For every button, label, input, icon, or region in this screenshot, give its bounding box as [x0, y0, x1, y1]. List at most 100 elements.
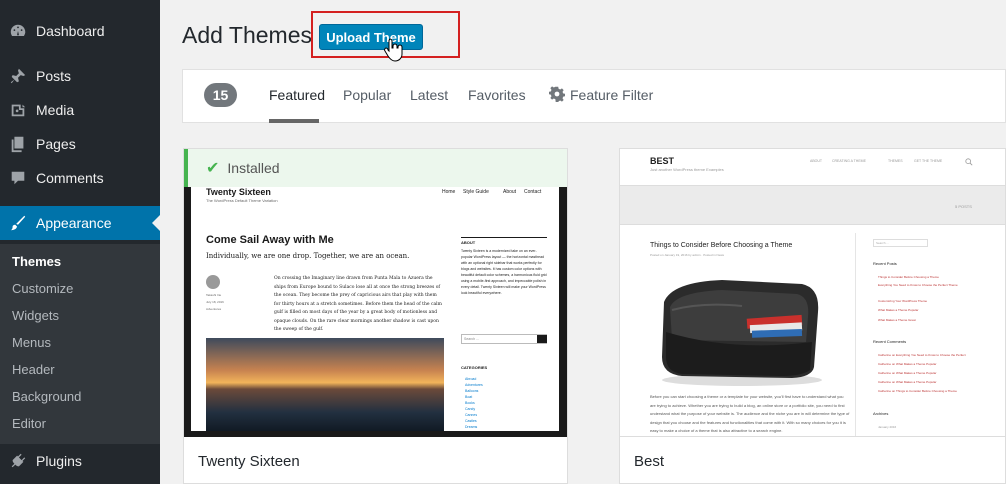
preview-nav-item: Style Guide — [463, 189, 489, 195]
feature-filter-button[interactable]: Feature Filter — [570, 87, 653, 103]
preview-author: Takashi Irie — [206, 293, 222, 297]
preview-nav-item: Home — [442, 189, 456, 195]
preview-recent-comment: Catherine on What Makes a Theme Popular — [878, 371, 937, 375]
installed-notice: ✔ Installed — [184, 149, 567, 187]
sidebar-item-label: Comments — [36, 170, 104, 186]
preview-avatar — [206, 275, 220, 289]
hand-cursor-icon — [384, 38, 403, 62]
theme-card-twenty-sixteen[interactable]: ✔ Installed Twenty Sixteen The WordPress… — [183, 148, 568, 484]
sidebar-item-label: Dashboard — [36, 23, 105, 39]
preview-category: Adventures — [206, 307, 222, 311]
preview-post-title: Things to Consider Before Choosing a The… — [650, 242, 793, 249]
sidebar-item-pages[interactable]: Pages — [0, 127, 160, 161]
preview-category-link: Candy — [465, 407, 476, 411]
submenu-item-widgets[interactable]: Widgets — [12, 308, 59, 323]
preview-archives-heading: Archives — [873, 411, 889, 416]
submenu-item-editor[interactable]: Editor — [12, 416, 46, 431]
theme-filter-bar: 15 Featured Popular Latest Favorites Fea… — [182, 69, 1006, 123]
preview-nav-item: About — [503, 189, 517, 195]
preview-divider — [855, 233, 856, 436]
page-title: Add Themes — [182, 22, 312, 48]
preview-about-heading: ABOUT — [461, 237, 547, 245]
preview-nav-item: THEMES — [888, 159, 903, 163]
preview-search-field: Search ... — [873, 239, 928, 247]
comment-icon — [0, 169, 36, 187]
tab-favorites[interactable]: Favorites — [468, 87, 526, 103]
preview-recent-comment: Catherine on Everything You Need to Know… — [878, 353, 966, 357]
preview-category-link: Dreams — [465, 425, 478, 429]
preview-recent-comment: Catherine on What Makes a Theme Popular — [878, 362, 937, 366]
sidebar-item-appearance[interactable]: Appearance — [0, 206, 160, 240]
sidebar-item-label: Media — [36, 102, 75, 118]
preview-category-link: Castles — [465, 419, 477, 423]
preview-category-link: Balloons — [465, 389, 479, 393]
preview-recent-comment: Catherine on What Makes a Theme Popular — [878, 380, 937, 384]
theme-name: Twenty Sixteen — [198, 453, 300, 470]
active-tab-indicator — [269, 119, 319, 123]
media-icon — [0, 101, 36, 119]
sidebar-item-posts[interactable]: Posts — [0, 59, 160, 93]
theme-screenshot[interactable]: Twenty Sixteen The WordPress Default The… — [184, 187, 567, 437]
checkmark-icon: ✔ — [206, 160, 220, 177]
preview-tagline: The WordPress Default Theme Variation — [206, 198, 278, 203]
preview-search-field: Search ... — [461, 334, 547, 344]
preview-category-link: Adventures — [465, 383, 483, 387]
preview-recent-comment: Catherine on Things to Consider Before C… — [878, 389, 957, 393]
installed-label: Installed — [227, 160, 280, 176]
submenu-item-background[interactable]: Background — [12, 389, 81, 404]
preview-post-subtitle: Individually, we are one drop. Together,… — [206, 252, 410, 260]
submenu-item-menus[interactable]: Menus — [12, 335, 51, 350]
submenu-item-customize[interactable]: Customize — [12, 281, 73, 296]
theme-name: Best — [634, 453, 665, 470]
tab-popular[interactable]: Popular — [343, 87, 391, 103]
preview-recent-post: What Makes a Theme Great — [878, 318, 916, 322]
preview-recent-post: Things to Consider Before Choosing a The… — [878, 275, 939, 279]
preview-recent-comments-heading: Recent Comments — [873, 339, 907, 344]
preview-site-title: BEST — [650, 156, 675, 166]
sidebar-item-plugins[interactable]: Plugins — [0, 444, 160, 478]
preview-posts-count: 5 POSTS — [955, 204, 972, 209]
sidebar-item-dashboard[interactable]: Dashboard — [0, 14, 160, 48]
preview-category-link: Boat — [465, 395, 473, 399]
preview-page: Twenty Sixteen The WordPress Default The… — [191, 187, 559, 431]
sidebar-item-comments[interactable]: Comments — [0, 161, 160, 195]
preview-header-band: 5 POSTS — [620, 185, 1005, 225]
preview-post-title: Come Sail Away with Me — [206, 234, 334, 246]
preview-recent-posts-heading: Recent Posts — [873, 261, 897, 266]
sidebar-item-label: Pages — [36, 136, 76, 152]
pages-icon — [0, 135, 36, 153]
theme-card-best[interactable]: BEST Just another WordPress theme Exampl… — [619, 148, 1006, 484]
preview-categories-heading: CATEGORIES — [461, 365, 488, 370]
preview-nav-item: Contact — [524, 189, 542, 195]
submenu-item-header[interactable]: Header — [12, 362, 55, 377]
preview-post-body: Before you can start choosing a theme or… — [650, 394, 850, 433]
preview-date: July 18, 2016 — [206, 300, 224, 304]
sidebar-item-label: Appearance — [36, 215, 112, 231]
preview-sidebar: ABOUT Twenty Sixteen is a modernized tak… — [461, 237, 547, 320]
preview-search-icon — [965, 158, 973, 166]
tab-latest[interactable]: Latest — [410, 87, 448, 103]
preview-nav-item: CREATING A THEME — [832, 159, 866, 163]
tab-featured[interactable]: Featured — [269, 87, 325, 103]
admin-sidebar: Dashboard Posts Media Pages Comments App… — [0, 0, 160, 484]
preview-recent-post: Everything You Need to Know to Choose th… — [878, 283, 958, 287]
preview-post-body: On crossing the Imaginary line drawn fro… — [274, 276, 442, 332]
sidebar-item-label: Plugins — [36, 453, 82, 469]
theme-screenshot[interactable]: BEST Just another WordPress theme Exampl… — [620, 149, 1005, 437]
submenu-item-themes[interactable]: Themes — [12, 254, 61, 269]
preview-recent-post: What Makes a Theme Popular — [878, 308, 919, 312]
preview-category-link: Abroad — [465, 377, 477, 381]
sidebar-item-media[interactable]: Media — [0, 93, 160, 127]
plugin-icon — [0, 452, 36, 470]
preview-category-link: Books — [465, 401, 475, 405]
preview-site-title: Twenty Sixteen — [206, 187, 271, 197]
pushpin-icon — [0, 67, 36, 85]
gear-icon[interactable] — [549, 86, 565, 102]
preview-nav-item: ABOUT — [810, 159, 823, 163]
preview-about-text: Twenty Sixteen is a modernized take on a… — [461, 249, 547, 295]
preview-wallet-image — [662, 280, 822, 386]
preview-archive-item: January 2016 — [878, 425, 897, 429]
preview-tagline: Just another WordPress theme Examples — [650, 167, 724, 172]
preview-nav-item: GET THE THEME — [914, 159, 943, 163]
dashboard-icon — [0, 22, 36, 40]
